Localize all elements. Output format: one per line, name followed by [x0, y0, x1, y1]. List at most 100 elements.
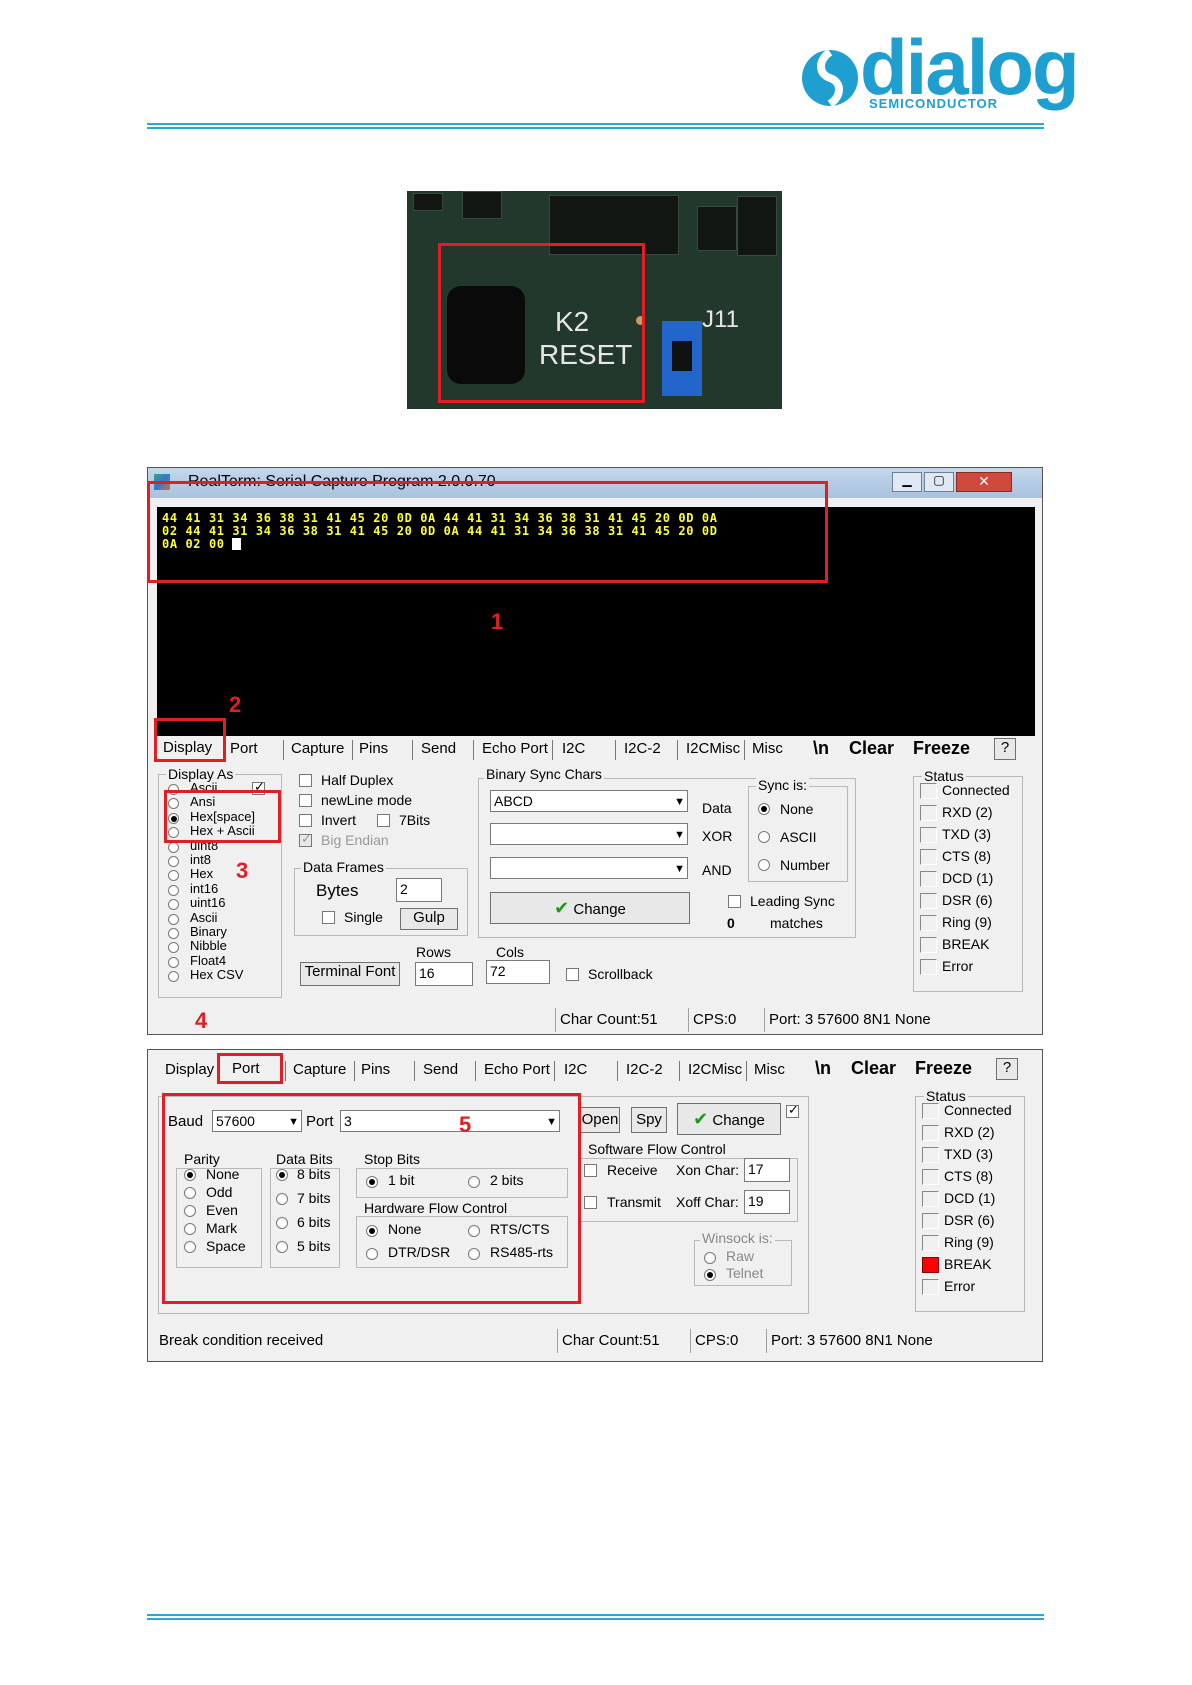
data-label: Data: [702, 800, 732, 816]
winsock-telnet-radio[interactable]: [704, 1269, 716, 1281]
tab-pins[interactable]: Pins: [359, 740, 388, 757]
tab-echo-port[interactable]: Echo Port: [482, 740, 548, 757]
tab2-display[interactable]: Display: [165, 1061, 214, 1078]
binary-sync-title: Binary Sync Chars: [484, 766, 604, 782]
spy-button[interactable]: Spy: [631, 1107, 667, 1133]
tab2-misc[interactable]: Misc: [754, 1061, 785, 1078]
seven-bits-checkbox[interactable]: [377, 814, 390, 827]
leading-sync-label: Leading Sync: [750, 893, 835, 909]
tab-misc[interactable]: Misc: [752, 740, 783, 757]
clear-button[interactable]: Clear: [849, 738, 894, 759]
cols-spinner[interactable]: 72: [486, 960, 550, 984]
tab-i2c-2[interactable]: I2C-2: [624, 740, 661, 757]
newline-button[interactable]: \n: [813, 738, 829, 759]
annotation-number-5: 5: [459, 1112, 472, 1137]
port-change-button[interactable]: ✔ Change: [677, 1103, 781, 1135]
gulp-button[interactable]: Gulp: [400, 908, 458, 930]
sync-ascii-radio[interactable]: [758, 831, 770, 843]
freeze-button[interactable]: Freeze: [913, 738, 970, 759]
terminal-font-button[interactable]: Terminal Font: [300, 962, 400, 986]
status2-led: [922, 1103, 939, 1119]
single-checkbox[interactable]: [322, 911, 335, 924]
open-button[interactable]: Open: [580, 1107, 620, 1133]
status2-led: [922, 1213, 939, 1229]
status1-led: [920, 893, 937, 909]
display-as-radio[interactable]: [168, 841, 179, 853]
annotation-number-3: 3: [236, 858, 249, 883]
status-message: Break condition received: [159, 1332, 324, 1349]
dialog-logo-mark: [800, 38, 860, 110]
header-rule: [147, 123, 1044, 129]
change-auto-checkbox[interactable]: ✓: [786, 1102, 799, 1118]
help-button[interactable]: ?: [994, 738, 1016, 760]
status1-led: [920, 783, 937, 799]
sync-data-field[interactable]: ABCD: [490, 790, 688, 812]
port-info-2: Port: 3 57600 8N1 None: [766, 1329, 1036, 1353]
xon-field[interactable]: 17: [744, 1158, 790, 1182]
xor-label: XOR: [702, 828, 733, 844]
seven-bits-label: 7Bits: [399, 812, 431, 828]
sync-change-button[interactable]: ✔ Change: [490, 892, 690, 924]
status1-led: [920, 849, 937, 865]
xoff-field[interactable]: 19: [744, 1190, 790, 1214]
display-as-radio[interactable]: [168, 913, 179, 925]
sync-xor-field[interactable]: [490, 823, 688, 845]
annotation-box-1: [147, 481, 828, 583]
xoff-label: Xoff Char:: [676, 1194, 739, 1210]
status2-label: DCD (1): [944, 1190, 996, 1206]
status2-led: [922, 1191, 939, 1207]
annotation-box-port-tab: [217, 1053, 283, 1084]
scrollback-label: Scrollback: [588, 966, 653, 982]
tab-i2cmisc[interactable]: I2CMisc: [686, 740, 740, 757]
tab2-i2c-2[interactable]: I2C-2: [626, 1061, 663, 1078]
big-endian-checkbox[interactable]: ✓: [299, 831, 312, 847]
bytes-spinner[interactable]: 2: [396, 878, 442, 902]
minimize-button[interactable]: ▁: [892, 472, 922, 492]
clear-button-2[interactable]: Clear: [851, 1058, 896, 1079]
tab2-capture[interactable]: Capture: [293, 1061, 346, 1078]
annotation-number-4: 4: [195, 1008, 208, 1033]
display-as-radio[interactable]: [168, 928, 179, 939]
newline-mode-label: newLine mode: [321, 792, 413, 808]
newline-button-2[interactable]: \n: [815, 1058, 831, 1079]
winsock-title: Winsock is:: [700, 1230, 775, 1246]
close-button[interactable]: ✕: [956, 472, 1012, 492]
display-as-option: uint16: [190, 895, 226, 911]
sync-none-radio[interactable]: [758, 803, 770, 815]
winsock-raw-radio[interactable]: [704, 1252, 716, 1264]
status1-label: RXD (2): [942, 804, 993, 820]
transmit-checkbox[interactable]: [584, 1196, 597, 1209]
matches-label: matches: [770, 915, 823, 931]
sync-number-label: Number: [780, 857, 830, 873]
annotation-box-5: [162, 1093, 581, 1304]
tab2-send[interactable]: Send: [423, 1061, 458, 1078]
leading-sync-checkbox[interactable]: [728, 895, 741, 908]
invert-checkbox[interactable]: [299, 814, 312, 827]
half-duplex-checkbox[interactable]: [299, 774, 312, 787]
display-as-radio[interactable]: [168, 956, 179, 968]
display-as-radio[interactable]: [168, 856, 179, 867]
help-button-2[interactable]: ?: [996, 1058, 1018, 1080]
annotation-number-1: 1: [491, 609, 504, 634]
checkmark-icon: ✔: [554, 898, 570, 918]
receive-checkbox[interactable]: [584, 1164, 597, 1177]
display-as-radio[interactable]: [168, 884, 179, 896]
tab2-i2c[interactable]: I2C: [564, 1061, 587, 1078]
tab2-pins[interactable]: Pins: [361, 1061, 390, 1078]
tab-port[interactable]: Port: [230, 740, 258, 757]
sync-and-field[interactable]: [490, 857, 688, 879]
rows-spinner[interactable]: 16: [415, 962, 473, 986]
tab-i2c[interactable]: I2C: [562, 740, 585, 757]
scrollback-checkbox[interactable]: [566, 968, 579, 981]
newline-mode-checkbox[interactable]: [299, 794, 312, 807]
sync-number-radio[interactable]: [758, 859, 770, 871]
tab2-echo-port[interactable]: Echo Port: [484, 1061, 550, 1078]
tab-capture[interactable]: Capture: [291, 740, 344, 757]
status1-led: [920, 827, 937, 843]
status2-label: Ring (9): [944, 1234, 994, 1250]
annotation-box-3: [164, 790, 281, 843]
maximize-button[interactable]: ▢: [924, 472, 954, 492]
freeze-button-2[interactable]: Freeze: [915, 1058, 972, 1079]
tab-send[interactable]: Send: [421, 740, 456, 757]
tab2-i2cmisc[interactable]: I2CMisc: [688, 1061, 742, 1078]
